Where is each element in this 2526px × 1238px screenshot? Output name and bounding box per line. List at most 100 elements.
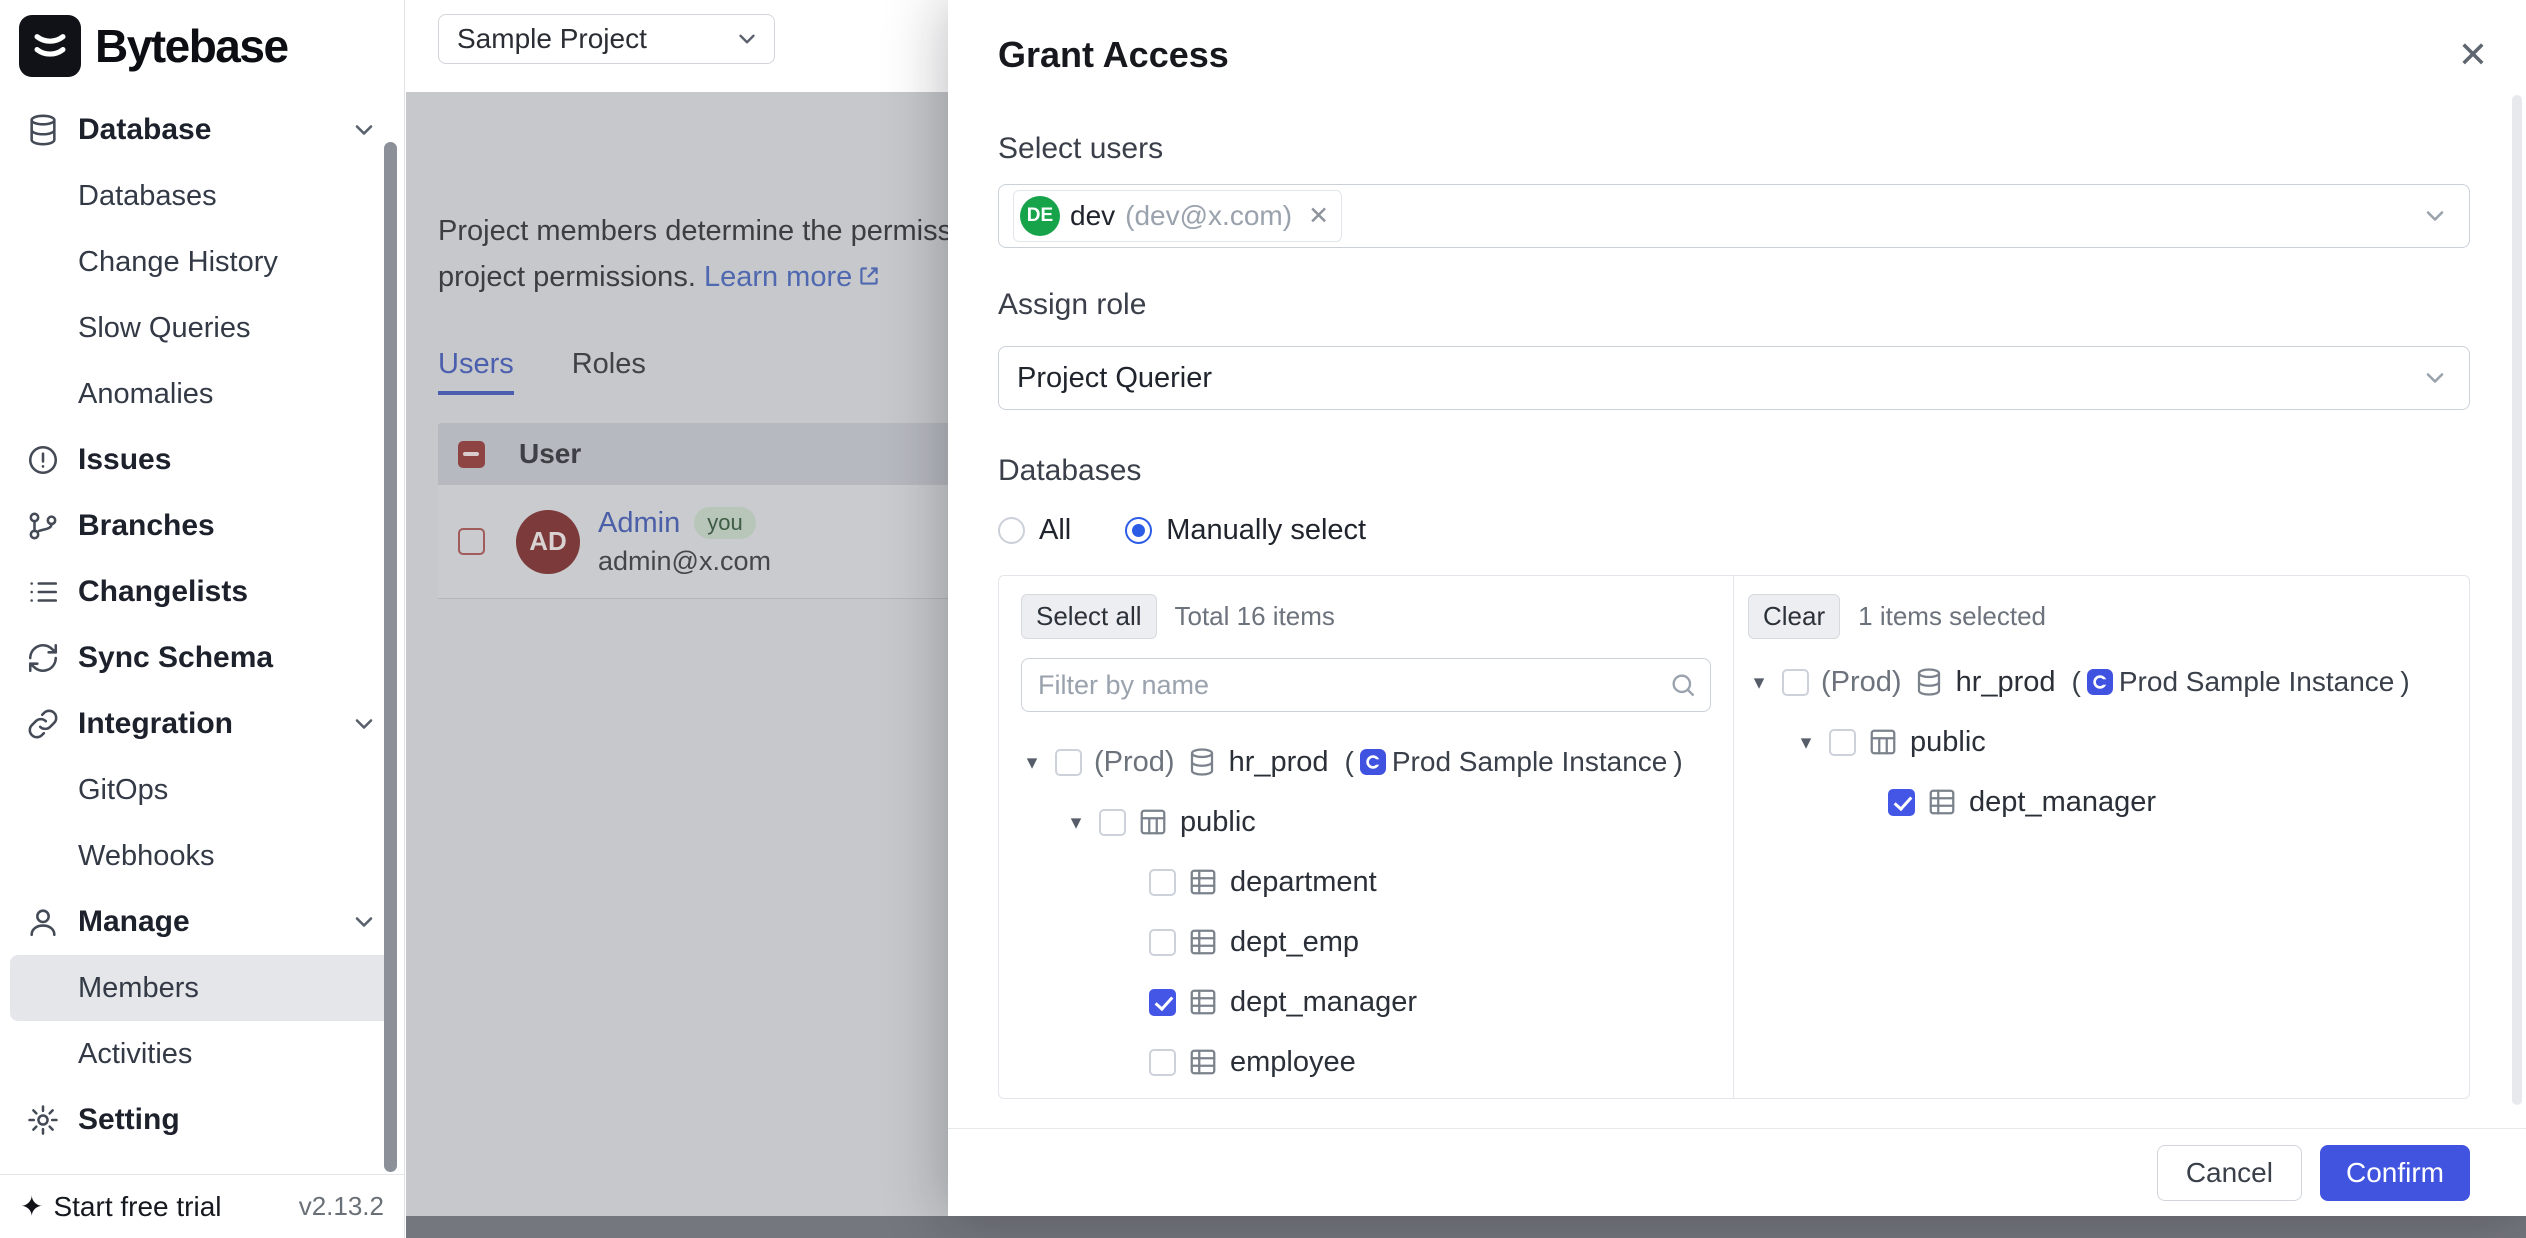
tab-users[interactable]: Users: [438, 348, 514, 395]
start-free-trial-link[interactable]: Start free trial: [53, 1191, 221, 1223]
caret-down-icon[interactable]: ▾: [1748, 670, 1770, 695]
environment-label: (Prod): [1821, 666, 1902, 699]
sidebar-item-label: Anomalies: [78, 378, 213, 411]
chevron-down-icon: [350, 908, 378, 936]
table-icon: [1188, 927, 1218, 957]
role-select[interactable]: Project Querier: [998, 346, 2470, 410]
radio-label: All: [1039, 514, 1071, 547]
assign-role-label: Assign role: [998, 288, 2470, 322]
sidebar-item-label: Change History: [78, 246, 278, 279]
bytebase-logo-icon: [19, 15, 81, 77]
source-tree: ▾ (Prod) hr_prod ( Prod Sample Instance)…: [1021, 732, 1733, 1092]
radio-circle[interactable]: [998, 517, 1025, 544]
instance-label: ( Prod Sample Instance): [2072, 666, 2410, 698]
tree-row-table[interactable]: dept_manager: [1748, 772, 2469, 832]
you-badge: you: [694, 507, 755, 539]
schema-name: public: [1180, 806, 1256, 839]
checkbox-checked[interactable]: [1149, 989, 1176, 1016]
bytebase-logo[interactable]: Bytebase: [0, 0, 404, 89]
selected-count-label: 1 items selected: [1858, 601, 2046, 632]
transfer-source-panel: Select all Total 16 items ▾ (Prod) hr_pr…: [999, 576, 1733, 1098]
sidebar-item-branches[interactable]: Branches: [10, 493, 394, 559]
table-row[interactable]: AD Admin you admin@x.com: [438, 485, 948, 599]
sidebar-item-change-history[interactable]: Change History: [10, 229, 394, 295]
table-icon: [1927, 787, 1957, 817]
chevron-down-icon: [350, 710, 378, 738]
sidebar-item-issues[interactable]: Issues: [10, 427, 394, 493]
tree-row-schema[interactable]: ▾ public: [1021, 792, 1733, 852]
checkbox[interactable]: [1829, 729, 1856, 756]
checkbox-checked[interactable]: [1888, 789, 1915, 816]
learn-more-link[interactable]: Learn more: [704, 261, 882, 293]
clear-button[interactable]: Clear: [1748, 594, 1840, 639]
project-selector[interactable]: Sample Project: [438, 14, 775, 64]
database-scope-radios: All Manually select: [998, 514, 2470, 547]
select-all-checkbox[interactable]: [458, 441, 485, 468]
tree-row-database[interactable]: ▾ (Prod) hr_prod ( Prod Sample Instance): [1748, 652, 2469, 712]
checkbox[interactable]: [1099, 809, 1126, 836]
sidebar-item-databases[interactable]: Databases: [10, 163, 394, 229]
description-line: Project members determine the permiss: [438, 208, 948, 254]
sidebar-item-members[interactable]: Members: [10, 955, 394, 1021]
confirm-button[interactable]: Confirm: [2320, 1145, 2470, 1201]
table-icon: [1188, 987, 1218, 1017]
sidebar-item-label: Branches: [78, 509, 215, 543]
sidebar-item-activities[interactable]: Activities: [10, 1021, 394, 1087]
remove-user-icon[interactable]: ✕: [1308, 201, 1329, 231]
tree-row-table[interactable]: dept_manager: [1021, 972, 1733, 1032]
sidebar-item-anomalies[interactable]: Anomalies: [10, 361, 394, 427]
selected-tree: ▾ (Prod) hr_prod ( Prod Sample Instance)…: [1748, 652, 2469, 832]
table-icon: [1188, 1047, 1218, 1077]
tree-row-table[interactable]: dept_emp: [1021, 912, 1733, 972]
checkbox[interactable]: [1149, 1049, 1176, 1076]
checkbox[interactable]: [1055, 749, 1082, 776]
tree-row-schema[interactable]: ▾ public: [1748, 712, 2469, 772]
search-icon: [1669, 671, 1697, 699]
sidebar-item-integration[interactable]: Integration: [10, 691, 394, 757]
sidebar-item-sync-schema[interactable]: Sync Schema: [10, 625, 394, 691]
sidebar-item-changelists[interactable]: Changelists: [10, 559, 394, 625]
radio-circle[interactable]: [1125, 517, 1152, 544]
select-all-button[interactable]: Select all: [1021, 594, 1157, 639]
dialog-scrollbar[interactable]: [2512, 95, 2522, 1105]
tree-row-table[interactable]: employee: [1021, 1032, 1733, 1092]
checkbox[interactable]: [1782, 669, 1809, 696]
grant-access-dialog: Grant Access ✕ Select users DE dev (dev@…: [948, 0, 2526, 1216]
table-name: department: [1230, 866, 1377, 899]
sidebar-item-gitops[interactable]: GitOps: [10, 757, 394, 823]
sidebar-item-slow-queries[interactable]: Slow Queries: [10, 295, 394, 361]
page-background-dimmed: Project members determine the permiss pr…: [406, 92, 948, 1216]
caret-down-icon[interactable]: ▾: [1795, 730, 1817, 755]
user-select[interactable]: DE dev (dev@x.com) ✕: [998, 184, 2470, 248]
sidebar-scrollbar[interactable]: [384, 142, 397, 1172]
tree-row-database[interactable]: ▾ (Prod) hr_prod ( Prod Sample Instance): [1021, 732, 1733, 792]
members-table: User AD Admin you admin@x.com: [438, 423, 948, 599]
sidebar-item-label: Databases: [78, 180, 217, 213]
row-checkbox[interactable]: [458, 528, 485, 555]
radio-manually-select[interactable]: Manually select: [1125, 514, 1366, 547]
sidebar-item-manage[interactable]: Manage: [10, 889, 394, 955]
close-icon[interactable]: ✕: [2458, 37, 2488, 73]
bytebase-instance-icon: [1360, 749, 1386, 775]
sidebar-item-label: Members: [78, 972, 199, 1005]
sidebar-item-database[interactable]: Database: [10, 97, 394, 163]
tab-roles[interactable]: Roles: [572, 348, 646, 395]
caret-down-icon[interactable]: ▾: [1021, 750, 1043, 775]
sidebar-item-label: Sync Schema: [78, 641, 273, 675]
caret-down-icon[interactable]: ▾: [1065, 810, 1087, 835]
chevron-down-icon: [734, 26, 760, 52]
select-users-label: Select users: [998, 132, 2470, 166]
checkbox[interactable]: [1149, 869, 1176, 896]
cancel-button[interactable]: Cancel: [2157, 1145, 2302, 1201]
member-name-link[interactable]: Admin: [598, 507, 680, 540]
database-transfer-panel: Select all Total 16 items ▾ (Prod) hr_pr…: [998, 575, 2470, 1099]
members-tabs: Users Roles: [438, 348, 948, 395]
logo-text: Bytebase: [95, 19, 288, 73]
filter-input[interactable]: [1021, 658, 1711, 712]
tree-row-table[interactable]: department: [1021, 852, 1733, 912]
sidebar-item-webhooks[interactable]: Webhooks: [10, 823, 394, 889]
radio-all[interactable]: All: [998, 514, 1071, 547]
sidebar-item-setting[interactable]: Setting: [10, 1087, 394, 1153]
checkbox[interactable]: [1149, 929, 1176, 956]
database-icon: [1914, 667, 1944, 697]
